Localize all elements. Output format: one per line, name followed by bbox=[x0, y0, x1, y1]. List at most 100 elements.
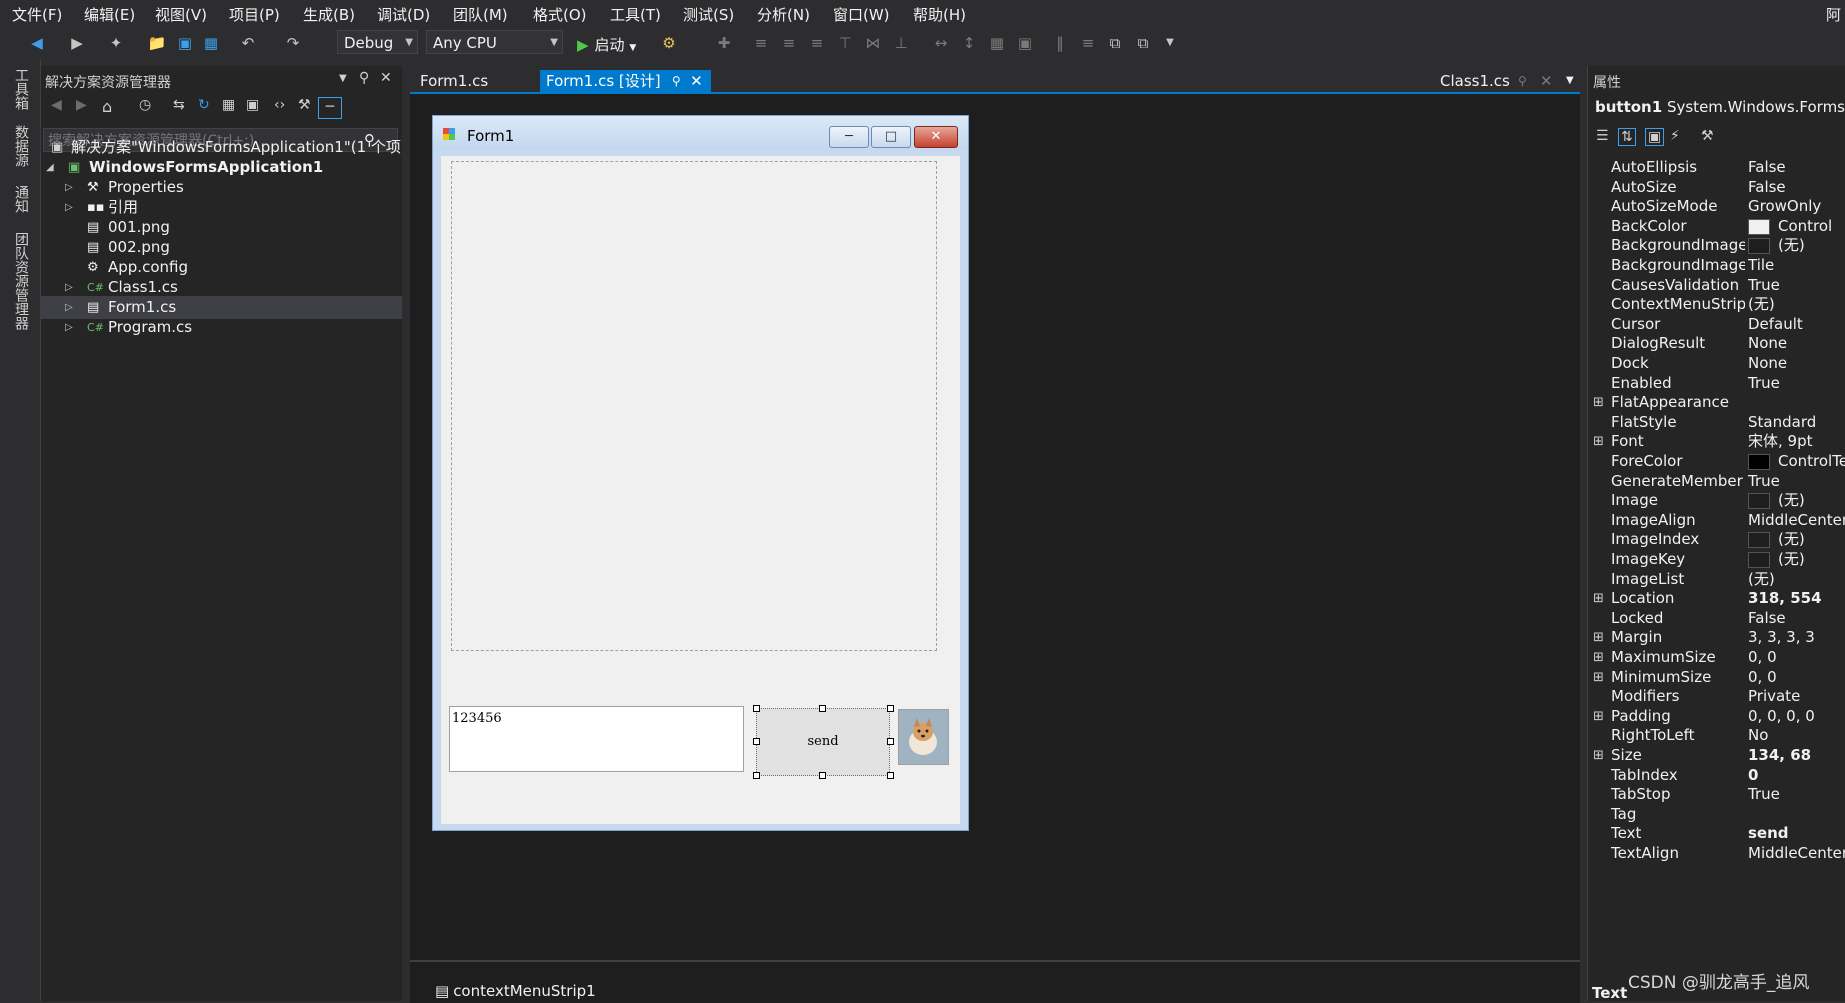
menu-team[interactable]: 团队(M) bbox=[453, 4, 508, 25]
align-tops-icon[interactable]: ⊤ bbox=[835, 33, 855, 53]
browser-link-icon[interactable]: ⚙ bbox=[659, 33, 679, 53]
properties-panel: 属性 button1 System.Windows.Forms.B ☰ ⇅ ▣ … bbox=[1587, 66, 1845, 1002]
resize-handle[interactable] bbox=[819, 705, 826, 712]
resize-handle[interactable] bbox=[819, 772, 826, 779]
tree-file-program[interactable]: ▷ C# Program.cs bbox=[41, 316, 402, 339]
align-grid-icon[interactable]: ✚ bbox=[714, 33, 734, 53]
resize-handle[interactable] bbox=[753, 705, 760, 712]
menu-format[interactable]: 格式(O) bbox=[533, 4, 587, 25]
form-close-button[interactable]: ✕ bbox=[914, 126, 958, 148]
solution-explorer: 解决方案资源管理器 ▼ ⚲ ✕ ◀ ▶ ⌂ ◷ ⇆ ↻ ▦ ▣ ‹› ⚒ ─ ⚲… bbox=[41, 66, 402, 1001]
align-rights-icon[interactable]: ≡ bbox=[807, 33, 827, 53]
resize-handle[interactable] bbox=[887, 705, 894, 712]
make-same-width-icon[interactable]: ↔ bbox=[931, 33, 951, 53]
back-icon[interactable]: ◀ bbox=[51, 97, 62, 113]
back-icon[interactable]: ◀ bbox=[27, 33, 47, 53]
properties-view-icon[interactable]: ▣ bbox=[1645, 128, 1665, 146]
component-tray: ▤ contextMenuStrip1 bbox=[410, 960, 1580, 1003]
object-selector[interactable]: button1 System.Windows.Forms.B bbox=[1595, 98, 1845, 116]
menu-tools[interactable]: 工具(T) bbox=[610, 4, 661, 25]
home-icon[interactable]: ⌂ bbox=[102, 97, 112, 116]
align-centers-icon[interactable]: ≡ bbox=[779, 33, 799, 53]
resize-handle[interactable] bbox=[887, 772, 894, 779]
align-middles-icon[interactable]: ⋈ bbox=[863, 33, 883, 53]
menu-project[interactable]: 项目(P) bbox=[229, 4, 280, 25]
user-initial[interactable]: 阿 bbox=[1826, 4, 1841, 25]
open-folder-icon[interactable]: 📁 bbox=[147, 33, 167, 53]
horizontal-spacing-icon[interactable]: ‖ bbox=[1050, 33, 1070, 53]
forward-icon[interactable]: ▶ bbox=[76, 97, 87, 113]
message-textbox[interactable]: 123456 bbox=[449, 706, 744, 772]
close-icon[interactable]: ✕ bbox=[690, 70, 703, 92]
pin-icon[interactable]: ⚲ bbox=[359, 70, 369, 86]
toolbar-overflow-icon[interactable]: ▼ bbox=[1160, 33, 1180, 53]
config-select[interactable]: Debug ▼ bbox=[337, 30, 418, 54]
menu-debug[interactable]: 调试(D) bbox=[377, 4, 430, 25]
menu-window[interactable]: 窗口(W) bbox=[833, 4, 890, 25]
menu-view[interactable]: 视图(V) bbox=[155, 4, 207, 25]
collapse-all-icon[interactable]: ▦ bbox=[222, 97, 235, 113]
view-code-icon[interactable]: ‹› bbox=[274, 97, 285, 113]
menu-test[interactable]: 测试(S) bbox=[683, 4, 734, 25]
tab-overflow-icon[interactable]: ▼ bbox=[1560, 70, 1580, 92]
start-button[interactable]: ▶ 启动 ▼ bbox=[577, 34, 636, 55]
new-project-icon[interactable]: ✦ bbox=[106, 33, 126, 53]
dropdown-icon[interactable]: ▼ bbox=[339, 73, 347, 84]
picture-box[interactable] bbox=[898, 709, 949, 765]
platform-select[interactable]: Any CPU ▼ bbox=[426, 30, 563, 54]
tab-form1-design[interactable]: Form1.cs [设计] ⚲ ✕ bbox=[540, 70, 711, 92]
form-window[interactable]: Form1 ─ □ ✕ 123456 send bbox=[432, 115, 969, 831]
send-to-back-icon[interactable]: ⧉ bbox=[1133, 33, 1153, 53]
make-same-size-icon[interactable]: ▣ bbox=[1015, 33, 1035, 53]
events-icon[interactable]: ⚡ bbox=[1670, 128, 1680, 144]
data-sources-tab[interactable]: 数据源 bbox=[10, 125, 32, 167]
align-bottoms-icon[interactable]: ⊥ bbox=[891, 33, 911, 53]
align-lefts-icon[interactable]: ≡ bbox=[751, 33, 771, 53]
refresh-icon[interactable]: ↻ bbox=[198, 97, 210, 113]
resize-handle[interactable] bbox=[753, 772, 760, 779]
resize-handle[interactable] bbox=[887, 738, 894, 745]
tree-label: Program.cs bbox=[108, 318, 193, 336]
forward-icon[interactable]: ▶ bbox=[67, 33, 87, 53]
toolbox-tab[interactable]: 工具箱 bbox=[10, 68, 32, 110]
property-pages-icon[interactable]: ⚒ bbox=[1701, 128, 1714, 144]
tab-form1-code[interactable]: Form1.cs bbox=[414, 70, 494, 92]
maximize-button[interactable]: □ bbox=[871, 126, 911, 148]
pin-icon[interactable]: ⚲ bbox=[1512, 70, 1533, 92]
properties-wrench-icon[interactable]: ⚒ bbox=[298, 97, 311, 113]
history-icon[interactable]: ◷ bbox=[139, 97, 151, 113]
bring-to-front-icon[interactable]: ⧉ bbox=[1105, 33, 1125, 53]
context-menu-strip-item[interactable]: ▤ contextMenuStrip1 bbox=[435, 982, 596, 1000]
team-explorer-tab[interactable]: 团队资源管理器 bbox=[10, 232, 32, 330]
panel-container[interactable] bbox=[451, 161, 937, 651]
save-icon[interactable]: ▣ bbox=[175, 33, 195, 53]
size-to-grid-icon[interactable]: ▦ bbox=[987, 33, 1007, 53]
preview-icon[interactable]: ─ bbox=[318, 97, 342, 119]
tab-class1[interactable]: Class1.cs bbox=[1434, 70, 1516, 92]
close-icon[interactable]: ✕ bbox=[380, 70, 392, 86]
undo-icon[interactable]: ↶ bbox=[238, 33, 258, 53]
menu-analyze[interactable]: 分析(N) bbox=[757, 4, 810, 25]
form-titlebar[interactable]: Form1 ─ □ ✕ bbox=[433, 116, 968, 150]
menu-edit[interactable]: 编辑(E) bbox=[84, 4, 135, 25]
property-value[interactable]: MiddleCenter bbox=[1748, 842, 1845, 865]
make-same-height-icon[interactable]: ↕ bbox=[959, 33, 979, 53]
notifications-tab[interactable]: 通知 bbox=[10, 185, 32, 213]
save-all-icon[interactable]: ▦ bbox=[201, 33, 221, 53]
show-all-files-icon[interactable]: ▣ bbox=[246, 97, 259, 113]
collapsed-arrow-icon[interactable]: ▷ bbox=[65, 316, 73, 339]
resize-handle[interactable] bbox=[753, 738, 760, 745]
categorized-icon[interactable]: ☰ bbox=[1596, 128, 1609, 144]
sync-icon[interactable]: ⇆ bbox=[173, 97, 185, 113]
property-row[interactable]: TextAlign MiddleCenter bbox=[1588, 842, 1845, 865]
menu-file[interactable]: 文件(F) bbox=[12, 4, 62, 25]
redo-icon[interactable]: ↷ bbox=[283, 33, 303, 53]
minimize-button[interactable]: ─ bbox=[829, 126, 869, 148]
vertical-spacing-icon[interactable]: ≡ bbox=[1078, 33, 1098, 53]
menu-build[interactable]: 生成(B) bbox=[303, 4, 355, 25]
close-icon[interactable]: ✕ bbox=[1534, 70, 1559, 92]
send-button[interactable]: send bbox=[756, 708, 890, 776]
pin-icon[interactable]: ⚲ bbox=[672, 70, 681, 92]
menu-help[interactable]: 帮助(H) bbox=[913, 4, 966, 25]
alphabetical-icon[interactable]: ⇅ bbox=[1618, 128, 1636, 146]
